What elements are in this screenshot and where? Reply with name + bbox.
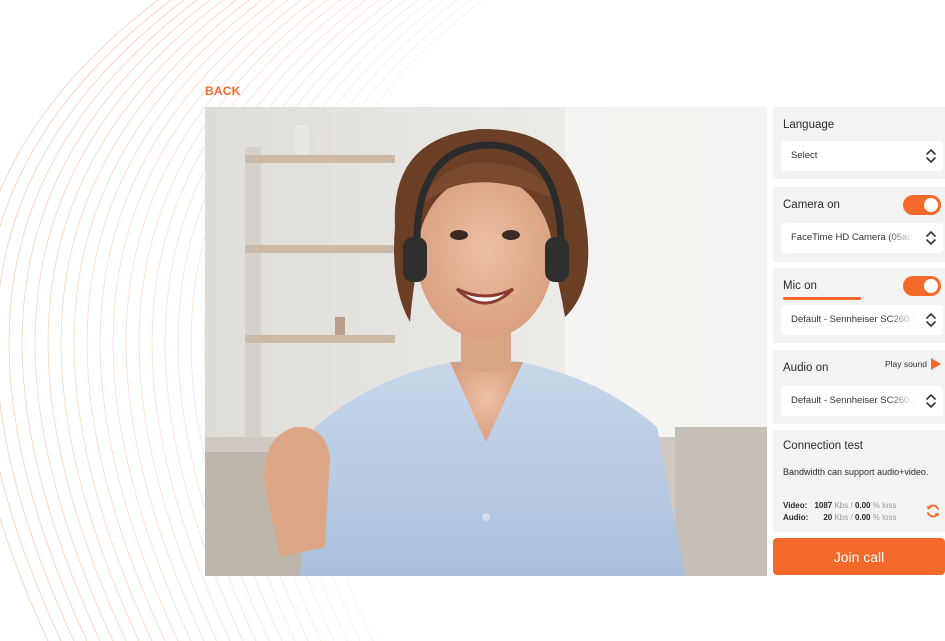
mic-label: Mic on xyxy=(783,280,817,292)
camera-panel: Camera on FaceTime HD Camera (05ac:8514) xyxy=(773,187,945,262)
play-sound-label: Play sound xyxy=(884,359,927,369)
video-loss-unit: % loss xyxy=(872,501,897,510)
mic-select-value: Default - Sennheiser SC260 (1395:0035) xyxy=(791,314,915,325)
chevron-updown-icon xyxy=(926,313,936,327)
video-kbps: 1087 xyxy=(814,501,833,510)
camera-select-value: FaceTime HD Camera (05ac:8514) xyxy=(791,232,915,243)
play-sound-button[interactable]: Play sound xyxy=(885,358,941,370)
mic-toggle[interactable] xyxy=(903,276,941,296)
background-line xyxy=(0,0,185,641)
camera-toggle[interactable] xyxy=(903,195,941,215)
chevron-updown-icon xyxy=(926,231,936,245)
connection-test-panel: Connection test Bandwidth can support au… xyxy=(773,430,945,532)
chevron-updown-icon xyxy=(926,394,936,408)
video-stats: Video: 1087 Kbs / 0.00 % loss xyxy=(783,501,896,510)
audio-stats-label: Audio: xyxy=(783,513,809,522)
camera-select[interactable]: FaceTime HD Camera (05ac:8514) xyxy=(781,223,943,253)
audio-panel: Audio on Play sound Default - Sennheiser… xyxy=(773,350,945,424)
language-select-value: Select xyxy=(791,150,818,161)
back-link[interactable]: BACK xyxy=(205,84,240,98)
audio-select[interactable]: Default - Sennheiser SC260 (1395:0035) xyxy=(781,386,943,416)
video-kbps-unit: Kbs / xyxy=(834,501,853,510)
video-stats-label: Video: xyxy=(783,501,808,510)
audio-kbps: 20 xyxy=(823,513,833,522)
refresh-icon[interactable] xyxy=(925,503,941,519)
language-label: Language xyxy=(783,119,835,131)
background-line xyxy=(0,0,172,641)
video-preview xyxy=(205,107,767,576)
language-select[interactable]: Select xyxy=(781,141,943,171)
mic-select[interactable]: Default - Sennheiser SC260 (1395:0035) xyxy=(781,305,943,335)
camera-label: Camera on xyxy=(783,199,840,211)
mic-level-fill xyxy=(783,297,861,300)
audio-select-value: Default - Sennheiser SC260 (1395:0035) xyxy=(791,395,915,406)
play-icon xyxy=(931,358,941,370)
mic-panel: Mic on Default - Sennheiser SC260 (1395:… xyxy=(773,268,945,343)
toggle-knob xyxy=(924,198,938,212)
chevron-updown-icon xyxy=(926,149,936,163)
mic-level-meter xyxy=(783,297,865,300)
audio-kbps-unit: Kbs / xyxy=(834,513,853,522)
audio-loss: 0.00 xyxy=(854,513,871,522)
background-line xyxy=(34,0,224,641)
audio-label: Audio on xyxy=(783,362,829,374)
connection-message: Bandwidth can support audio+video. xyxy=(783,467,929,477)
audio-stats: Audio: 20 Kbs / 0.00 % loss xyxy=(783,513,896,522)
connection-test-label: Connection test xyxy=(783,440,863,452)
join-call-button[interactable]: Join call xyxy=(773,538,945,575)
background-line xyxy=(21,0,211,641)
background-line xyxy=(8,0,198,641)
toggle-knob xyxy=(924,279,938,293)
background-line xyxy=(0,0,159,641)
video-loss: 0.00 xyxy=(854,501,871,510)
language-panel: Language Select xyxy=(773,107,945,179)
audio-loss-unit: % loss xyxy=(872,513,897,522)
